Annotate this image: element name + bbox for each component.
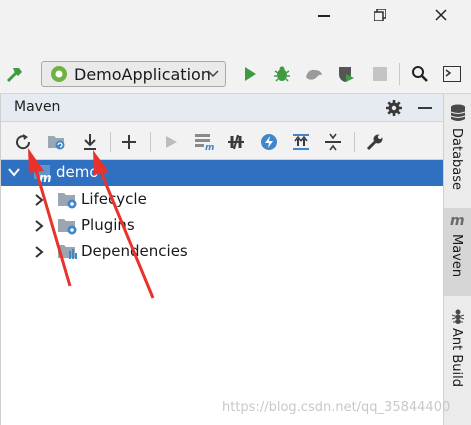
build-hammer-icon [6, 68, 22, 83]
maven-module-icon: m [34, 165, 52, 183]
debug-button[interactable] [270, 62, 294, 86]
show-dependencies-icon [293, 134, 309, 150]
tree-item-lifecycle[interactable]: Lifecycle [0, 187, 443, 213]
coverage-button[interactable] [302, 62, 326, 86]
run-maven-build-button[interactable]: m [192, 131, 216, 153]
chevron-right-icon[interactable] [34, 194, 44, 206]
stop-button[interactable] [368, 62, 392, 86]
run-config-label: DemoApplication [74, 65, 211, 84]
panel-settings-button[interactable] [383, 97, 405, 119]
tree-item-dependencies[interactable]: Dependencies [0, 239, 443, 265]
search-icon [412, 66, 428, 82]
execute-goal-icon [166, 136, 177, 148]
profiler-icon [339, 67, 354, 82]
maximize-button[interactable] [360, 0, 400, 30]
tab-label: Maven [449, 234, 464, 278]
reload-icon [16, 134, 31, 150]
tree-item-label: demo [56, 163, 99, 181]
folder-gear-icon [58, 219, 77, 235]
tree-item-plugins[interactable]: Plugins [0, 213, 443, 239]
database-icon [450, 104, 466, 121]
tab-maven[interactable]: m Maven [444, 208, 471, 296]
stop-icon [373, 67, 387, 81]
generate-sources-icon [48, 136, 65, 150]
profiler-button[interactable] [334, 62, 358, 86]
add-project-button[interactable] [118, 131, 140, 153]
coverage-icon [306, 69, 322, 80]
toolbar-separator [150, 132, 151, 152]
spring-boot-icon [51, 66, 67, 82]
maven-toolbar: m [0, 124, 443, 160]
ant-icon [451, 309, 465, 324]
hide-panel-button[interactable] [414, 97, 436, 119]
toolbar-separator [110, 132, 111, 152]
minimize-button[interactable] [304, 0, 344, 30]
folder-gear-icon [58, 193, 77, 209]
minimize-icon [318, 15, 330, 17]
run-maven-build-icon: m [195, 134, 214, 151]
toggle-offline-icon [228, 134, 244, 150]
panel-left-border [0, 94, 1, 425]
build-button[interactable] [4, 63, 26, 85]
tab-database[interactable]: Database [444, 98, 471, 204]
reload-projects-button[interactable] [12, 131, 34, 153]
right-tool-strip: Database m Maven Ant Build [443, 94, 471, 425]
download-icon [84, 134, 96, 150]
terminal-icon [443, 66, 461, 82]
show-dependencies-button[interactable] [290, 131, 312, 153]
maven-panel-header: Maven [0, 94, 443, 122]
collapse-all-button[interactable] [322, 131, 344, 153]
chevron-down-icon[interactable] [8, 168, 20, 178]
run-config-dropdown[interactable]: DemoApplication [41, 61, 226, 87]
chevron-right-icon[interactable] [34, 246, 44, 258]
run-button[interactable] [238, 62, 262, 86]
svg-text:m: m [450, 213, 465, 228]
search-button[interactable] [408, 62, 432, 86]
folder-bars-icon [58, 245, 77, 259]
gear-icon [386, 100, 402, 116]
close-button[interactable] [421, 0, 461, 30]
add-icon [122, 135, 136, 149]
execute-goal-button[interactable] [160, 131, 182, 153]
tab-label: Database [449, 128, 464, 191]
maven-tab-icon: m [450, 213, 465, 228]
maven-panel-title: Maven [14, 99, 61, 115]
watermark: https://blog.csdn.net/qq_35844400 [222, 400, 451, 415]
run-icon [245, 67, 256, 81]
toolbar-separator [354, 132, 355, 152]
maven-settings-button[interactable] [364, 131, 386, 153]
skip-tests-icon [261, 134, 277, 150]
tab-ant-build[interactable]: Ant Build [444, 304, 471, 390]
svg-text:m: m [39, 171, 52, 183]
hide-icon [418, 107, 432, 109]
generate-sources-button[interactable] [45, 131, 69, 153]
maven-project-tree: m demo Lifecycle Plugins Dependencies [0, 160, 443, 425]
toggle-offline-button[interactable] [225, 131, 247, 153]
tree-item-label: Dependencies [81, 242, 188, 260]
collapse-all-icon [325, 133, 341, 151]
maximize-icon [374, 9, 386, 21]
tab-label: Ant Build [449, 328, 464, 387]
settings-wrench-icon [366, 134, 383, 151]
chevron-right-icon[interactable] [34, 220, 44, 232]
tree-item-label: Lifecycle [81, 190, 147, 208]
debug-icon [274, 66, 290, 82]
tree-item-demo[interactable]: m demo [0, 160, 443, 186]
toolbar-separator [399, 63, 400, 85]
close-icon [435, 9, 447, 21]
download-sources-button[interactable] [79, 131, 101, 153]
terminal-button[interactable] [440, 62, 464, 86]
svg-text:m: m [205, 143, 214, 151]
skip-tests-button[interactable] [258, 131, 280, 153]
window-title-bar [0, 0, 471, 30]
tree-item-label: Plugins [81, 216, 135, 234]
chevron-down-icon [207, 70, 219, 78]
